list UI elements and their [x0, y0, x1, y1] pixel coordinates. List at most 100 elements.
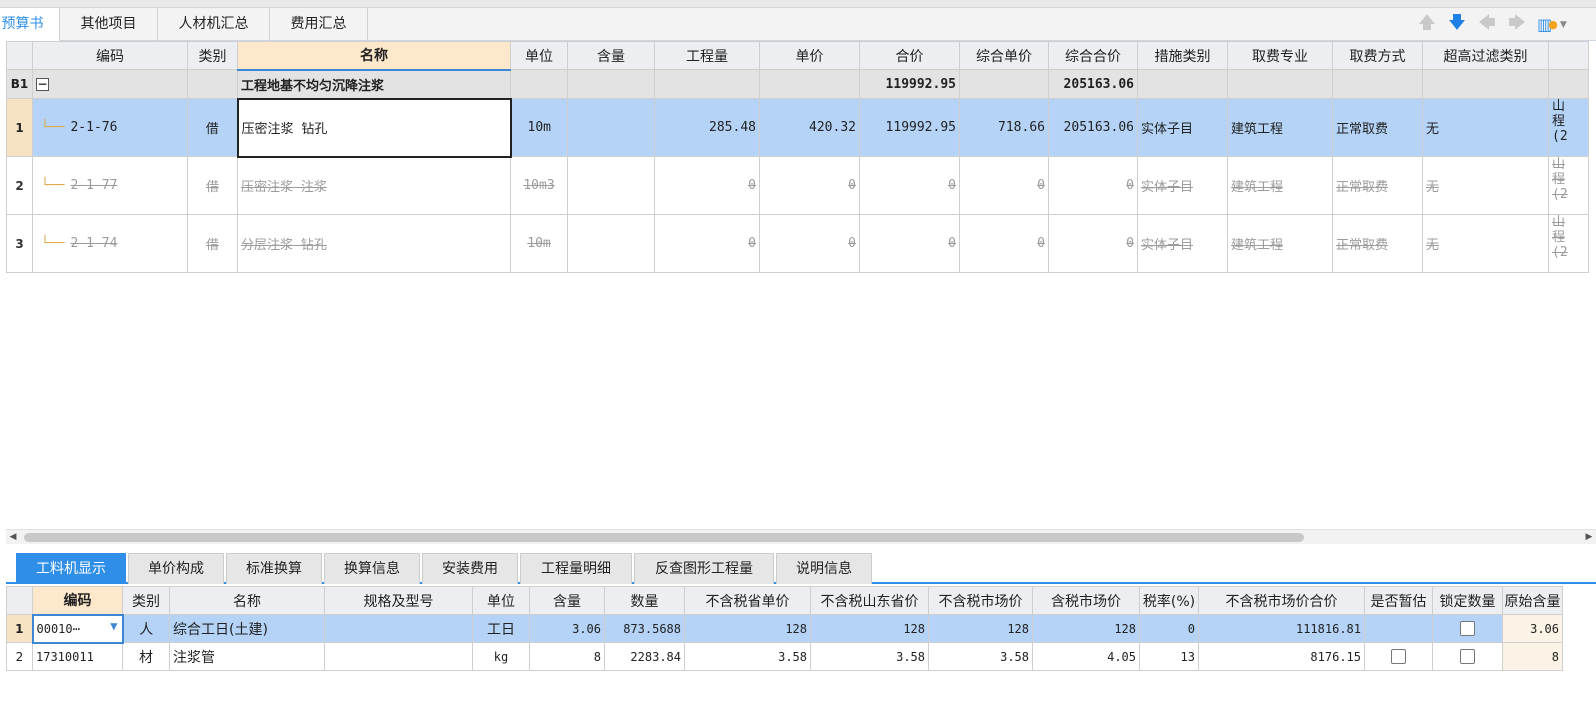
measure-category-cell[interactable]: 实体子目	[1137, 98, 1228, 157]
table-row[interactable]: 1 00010⋯ ▼ 人 综合工日(土建) 工日 3.06 873.5688 12…	[6, 613, 1563, 644]
code-cell[interactable]: └── 2-1-77	[32, 156, 188, 215]
category-cell[interactable]: 借	[187, 156, 238, 215]
header-category[interactable]: 类别	[187, 41, 238, 70]
quantity-cell[interactable]: 0	[654, 156, 760, 215]
scroll-right-icon[interactable]: ▶	[1582, 530, 1596, 545]
content-cell[interactable]: 3.06	[529, 614, 605, 643]
header-total-price[interactable]: 合价	[859, 41, 960, 70]
horizontal-scrollbar[interactable]: ◀ ▶	[6, 529, 1596, 544]
header-lock-qty[interactable]: 锁定数量	[1432, 586, 1503, 615]
header-measure-category[interactable]: 措施类别	[1137, 41, 1228, 70]
quantity-cell[interactable]: 0	[654, 214, 760, 273]
tab-standard-conversion[interactable]: 标准换算	[226, 553, 322, 584]
lock-qty-checkbox[interactable]	[1460, 649, 1475, 664]
header-amount[interactable]: 数量	[604, 586, 685, 615]
header-provisional[interactable]: 是否暂估	[1364, 586, 1433, 615]
code-dropdown[interactable]: 00010⋯ ▼	[31, 613, 124, 644]
group-name[interactable]: 工程地基不均匀沉降注浆	[237, 69, 511, 99]
right-arrow-icon[interactable]: 🡆	[1502, 8, 1532, 41]
header-name[interactable]: 名称	[237, 41, 511, 71]
tax-rate-cell[interactable]: 13	[1139, 642, 1199, 671]
down-arrow-icon[interactable]: 🡇	[1442, 8, 1472, 41]
scrollbar-thumb[interactable]	[24, 533, 1304, 542]
market-price-tax-cell[interactable]: 128	[1032, 614, 1140, 643]
header-content[interactable]: 含量	[529, 586, 605, 615]
unit-cell[interactable]: kg	[472, 642, 530, 671]
header-code[interactable]: 编码	[32, 41, 188, 70]
header-tax-rate[interactable]: 税率(%)	[1139, 586, 1199, 615]
content-cell[interactable]	[567, 156, 655, 215]
header-spec[interactable]: 规格及型号	[324, 586, 473, 615]
header-market-total[interactable]: 不含税市场价合价	[1198, 586, 1365, 615]
header-category[interactable]: 类别	[122, 586, 170, 615]
settings-dropdown-icon[interactable]: ▥ ● ▼	[1532, 8, 1572, 41]
unit-cell[interactable]: 10m3	[510, 156, 568, 215]
content-cell[interactable]	[567, 98, 655, 157]
left-arrow-icon[interactable]: 🡄	[1472, 8, 1502, 41]
header-shandong-price[interactable]: 不含税山东省价	[810, 586, 929, 615]
tab-other-items[interactable]: 其他项目	[60, 8, 158, 41]
name-cell[interactable]: 综合工日(土建)	[169, 614, 325, 643]
unit-cell[interactable]: 10m	[510, 214, 568, 273]
table-row[interactable]: 1 └── 2-1-76 借 压密注浆 钻孔 10m 285.48 420.32 …	[6, 97, 1589, 158]
header-original-content[interactable]: 原始含量	[1502, 586, 1563, 615]
unit-price-cell[interactable]: 0	[759, 156, 860, 215]
spec-cell[interactable]	[324, 642, 473, 671]
up-arrow-icon[interactable]: 🡅	[1412, 8, 1442, 41]
fee-specialty-cell[interactable]: 建筑工程	[1227, 98, 1333, 157]
amount-cell[interactable]: 873.5688	[604, 614, 685, 643]
fee-specialty-cell[interactable]: 建筑工程	[1227, 214, 1333, 273]
tab-graphic-quantity-lookup[interactable]: 反查图形工程量	[634, 553, 774, 584]
fee-method-cell[interactable]: 正常取费	[1332, 214, 1423, 273]
header-height-filter[interactable]: 超高过滤类别	[1422, 41, 1549, 70]
market-price-cell[interactable]: 128	[928, 614, 1033, 643]
group-row[interactable]: B1 − 工程地基不均匀沉降注浆 119992.95 205163.06	[6, 69, 1589, 99]
tab-labor-material-display[interactable]: 工料机显示	[16, 553, 126, 584]
name-cell[interactable]: 分层注浆 钻孔	[237, 214, 511, 273]
fee-method-cell[interactable]: 正常取费	[1332, 156, 1423, 215]
header-name[interactable]: 名称	[169, 586, 325, 615]
code-cell[interactable]: └── 2-1-74	[32, 214, 188, 273]
name-cell[interactable]: 注浆管	[169, 642, 325, 671]
height-filter-cell[interactable]: 无	[1422, 214, 1549, 273]
lock-qty-checkbox[interactable]	[1460, 621, 1475, 636]
header-unit[interactable]: 单位	[510, 41, 568, 70]
category-cell[interactable]: 材	[122, 642, 170, 671]
tab-fee-summary[interactable]: 费用汇总	[270, 8, 368, 41]
code-cell[interactable]: 17310011	[32, 642, 123, 671]
header-market-price[interactable]: 不含税市场价	[928, 586, 1033, 615]
measure-category-cell[interactable]: 实体子目	[1137, 214, 1228, 273]
header-unit-price[interactable]: 单价	[759, 41, 860, 70]
tax-rate-cell[interactable]: 0	[1139, 614, 1199, 643]
height-filter-cell[interactable]: 无	[1422, 98, 1549, 157]
measure-category-cell[interactable]: 实体子目	[1137, 156, 1228, 215]
tab-budget[interactable]: 预算书	[0, 8, 60, 41]
dropdown-arrow-icon[interactable]: ▼	[110, 619, 117, 633]
name-cell[interactable]: 压密注浆 注浆	[237, 156, 511, 215]
header-market-price-tax[interactable]: 含税市场价	[1032, 586, 1140, 615]
table-row[interactable]: 2 └── 2-1-77 借 压密注浆 注浆 10m3 0 0 0 0 0 实体子…	[6, 156, 1589, 215]
tab-quantity-detail[interactable]: 工程量明细	[520, 553, 632, 584]
header-composite-unit-price[interactable]: 综合单价	[959, 41, 1049, 70]
tab-labor-material-summary[interactable]: 人材机汇总	[158, 8, 270, 41]
amount-cell[interactable]: 2283.84	[604, 642, 685, 671]
fee-method-cell[interactable]: 正常取费	[1332, 98, 1423, 157]
table-row[interactable]: 3 └── 2-1-74 借 分层注浆 钻孔 10m 0 0 0 0 0 实体子目…	[6, 214, 1589, 273]
fee-specialty-cell[interactable]: 建筑工程	[1227, 156, 1333, 215]
category-cell[interactable]: 借	[187, 214, 238, 273]
table-row[interactable]: 2 17310011 材 注浆管 kg 8 2283.84 3.58 3.58 …	[6, 642, 1563, 671]
unit-price-cell[interactable]: 0	[759, 214, 860, 273]
code-cell[interactable]: └── 2-1-76	[32, 98, 188, 157]
scroll-left-icon[interactable]: ◀	[6, 530, 20, 545]
tab-conversion-info[interactable]: 换算信息	[324, 553, 420, 584]
spec-cell[interactable]	[324, 614, 473, 643]
category-cell[interactable]: 借	[187, 98, 238, 157]
header-fee-specialty[interactable]: 取费专业	[1227, 41, 1333, 70]
market-price-cell[interactable]: 3.58	[928, 642, 1033, 671]
header-content[interactable]: 含量	[567, 41, 655, 70]
header-fee-method[interactable]: 取费方式	[1332, 41, 1423, 70]
header-unit[interactable]: 单位	[472, 586, 530, 615]
unit-cell[interactable]: 工日	[472, 614, 530, 643]
tab-description-info[interactable]: 说明信息	[776, 553, 872, 584]
content-cell[interactable]: 8	[529, 642, 605, 671]
